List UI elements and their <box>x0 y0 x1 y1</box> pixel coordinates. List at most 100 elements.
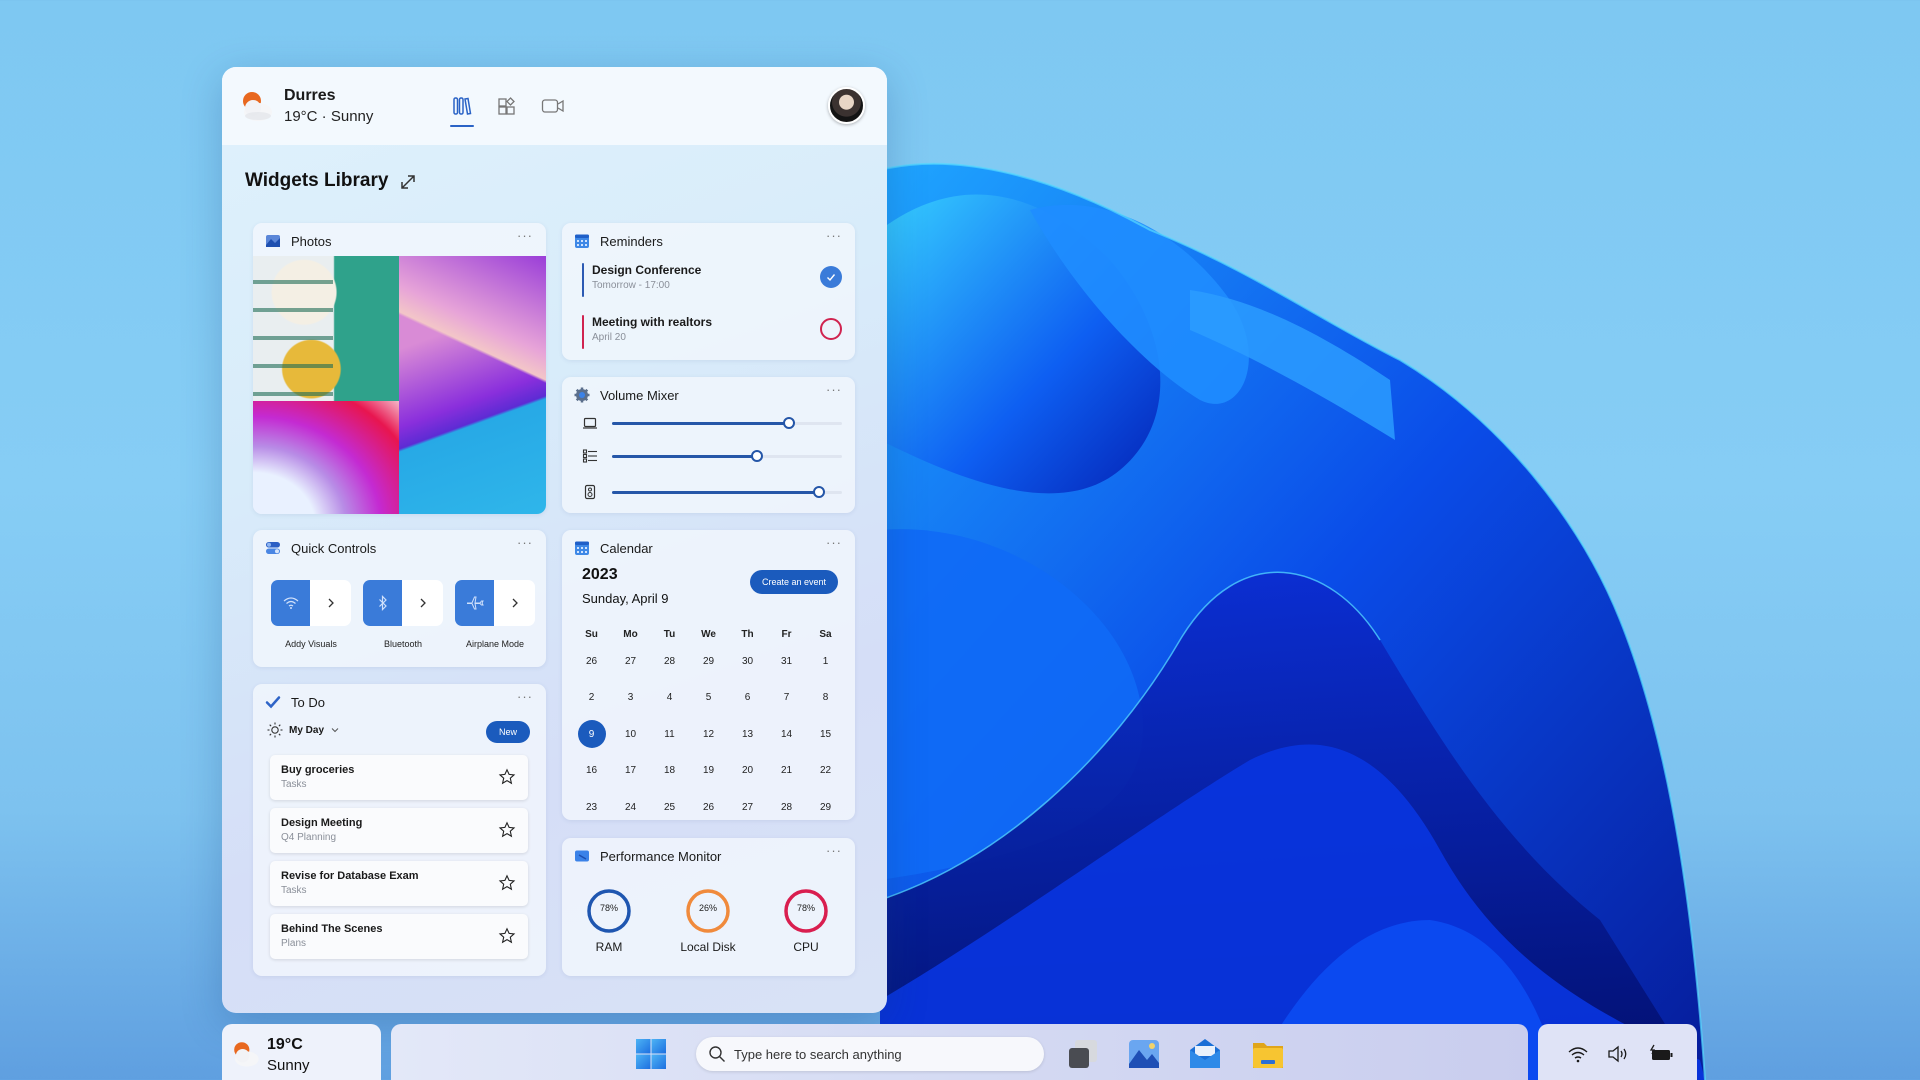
calendar-day[interactable]: 31 <box>767 643 806 680</box>
battery-charging-icon[interactable] <box>1648 1044 1674 1064</box>
reminder-item[interactable]: Meeting with realtors April 20 <box>582 313 842 353</box>
calendar-day[interactable]: 15 <box>806 716 845 753</box>
calendar-day[interactable]: 11 <box>650 716 689 753</box>
star-icon[interactable] <box>498 874 516 892</box>
system-tray <box>1538 1024 1697 1080</box>
calendar-day[interactable]: 28 <box>650 643 689 680</box>
calendar-day[interactable]: 17 <box>611 753 650 790</box>
user-avatar[interactable] <box>828 87 865 124</box>
calendar-day[interactable]: 26 <box>689 789 728 826</box>
calendar-more-button[interactable]: ··· <box>823 536 845 555</box>
wifi-toggle-main[interactable] <box>271 580 310 626</box>
wifi-toggle[interactable] <box>271 580 351 626</box>
quick-controls-more-button[interactable]: ··· <box>514 536 536 555</box>
chevron-right-icon <box>328 598 334 608</box>
todo-item[interactable]: Buy groceries Tasks <box>270 755 528 800</box>
folder-icon[interactable] <box>1250 1036 1286 1072</box>
taskbar: Type here to search anything <box>391 1024 1528 1080</box>
star-icon[interactable] <box>498 768 516 786</box>
performance-more-button[interactable]: ··· <box>823 844 845 863</box>
calendar-day[interactable]: 27 <box>728 789 767 826</box>
calendar-day[interactable]: 18 <box>650 753 689 790</box>
reminder-completed-checkbox[interactable] <box>820 266 842 288</box>
todo-item[interactable]: Revise for Database Exam Tasks <box>270 861 528 906</box>
bluetooth-toggle[interactable] <box>363 580 443 626</box>
calendar-day[interactable]: 27 <box>611 643 650 680</box>
calendar-day[interactable]: 13 <box>728 716 767 753</box>
my-day-dropdown[interactable]: My Day <box>267 722 340 738</box>
widgets-library-tab[interactable] <box>447 91 477 127</box>
wifi-expand-arrow[interactable] <box>310 580 351 626</box>
calendar-day-selected[interactable]: 9 <box>572 716 611 753</box>
reminder-title: Design Conference <box>592 263 702 277</box>
todo-title: To Do <box>291 694 325 710</box>
todo-item[interactable]: Design Meeting Q4 Planning <box>270 808 528 853</box>
volume-thumb[interactable] <box>750 450 763 462</box>
volume-slider[interactable] <box>612 486 842 498</box>
cpu-gauge: 78% CPU <box>771 888 841 954</box>
bluetooth-toggle-main[interactable] <box>363 580 402 626</box>
star-icon[interactable] <box>498 821 516 839</box>
reminder-item[interactable]: Design Conference Tomorrow - 17:00 <box>582 261 842 301</box>
video-tab[interactable] <box>538 91 568 121</box>
calendar-day[interactable]: 24 <box>611 789 650 826</box>
airplane-toggle-main[interactable] <box>455 580 494 626</box>
photos-app-icon[interactable] <box>1126 1036 1162 1072</box>
calendar-day[interactable]: 29 <box>806 789 845 826</box>
calendar-day[interactable]: 25 <box>650 789 689 826</box>
taskbar-weather[interactable]: 19°C Sunny <box>222 1024 381 1080</box>
calendar-day[interactable]: 26 <box>572 643 611 680</box>
calendar-day[interactable]: 6 <box>728 680 767 717</box>
todo-item[interactable]: Behind The Scenes Plans <box>270 914 528 959</box>
photos-more-button[interactable]: ··· <box>514 229 536 248</box>
airplane-expand-arrow[interactable] <box>494 580 535 626</box>
volume-thumb[interactable] <box>783 417 796 429</box>
calendar-day[interactable]: 21 <box>767 753 806 790</box>
taskbar-search-input[interactable]: Type here to search anything <box>696 1037 1044 1071</box>
volume-thumb[interactable] <box>813 486 825 498</box>
photo-wave-wallpaper[interactable] <box>399 256 546 514</box>
create-event-button[interactable]: Create an event <box>750 570 838 594</box>
calendar-day-number: 12 <box>702 728 715 740</box>
reminders-header: Reminders <box>574 233 663 249</box>
volume-more-button[interactable]: ··· <box>823 383 845 402</box>
expand-icon[interactable] <box>397 171 419 193</box>
calendar-day[interactable]: 19 <box>689 753 728 790</box>
widgets-add-tab[interactable] <box>492 91 522 121</box>
new-task-button[interactable]: New <box>486 721 530 743</box>
calendar-day[interactable]: 14 <box>767 716 806 753</box>
calendar-day[interactable]: 1 <box>806 643 845 680</box>
reminders-more-button[interactable]: ··· <box>823 229 845 248</box>
volume-slider[interactable] <box>612 417 842 429</box>
calendar-day[interactable]: 23 <box>572 789 611 826</box>
windows-start-icon[interactable] <box>635 1038 667 1070</box>
volume-header: Volume Mixer <box>574 387 679 403</box>
mail-icon[interactable] <box>1187 1036 1223 1072</box>
volume-icon[interactable] <box>1607 1044 1629 1064</box>
star-icon[interactable] <box>498 927 516 945</box>
calendar-day[interactable]: 8 <box>806 680 845 717</box>
volume-slider[interactable] <box>612 450 842 462</box>
photo-gradient[interactable] <box>253 401 399 514</box>
calendar-day[interactable]: 12 <box>689 716 728 753</box>
bluetooth-expand-arrow[interactable] <box>402 580 443 626</box>
calendar-day[interactable]: 22 <box>806 753 845 790</box>
calendar-day[interactable]: 28 <box>767 789 806 826</box>
todo-more-button[interactable]: ··· <box>514 690 536 709</box>
calendar-day[interactable]: 20 <box>728 753 767 790</box>
calendar-day[interactable]: 29 <box>689 643 728 680</box>
calendar-day[interactable]: 16 <box>572 753 611 790</box>
calendar-day[interactable]: 30 <box>728 643 767 680</box>
calendar-day[interactable]: 3 <box>611 680 650 717</box>
calendar-day[interactable]: 5 <box>689 680 728 717</box>
calendar-day[interactable]: 10 <box>611 716 650 753</box>
calendar-day[interactable]: 4 <box>650 680 689 717</box>
task-view-icon[interactable] <box>1065 1036 1101 1072</box>
photo-drinks[interactable] <box>253 256 399 401</box>
airplane-toggle[interactable] <box>455 580 535 626</box>
wifi-icon[interactable] <box>1567 1044 1589 1064</box>
calendar-day[interactable]: 7 <box>767 680 806 717</box>
calendar-day[interactable]: 2 <box>572 680 611 717</box>
reminder-incomplete-checkbox[interactable] <box>820 318 842 340</box>
calendar-day-number: 30 <box>741 655 754 667</box>
